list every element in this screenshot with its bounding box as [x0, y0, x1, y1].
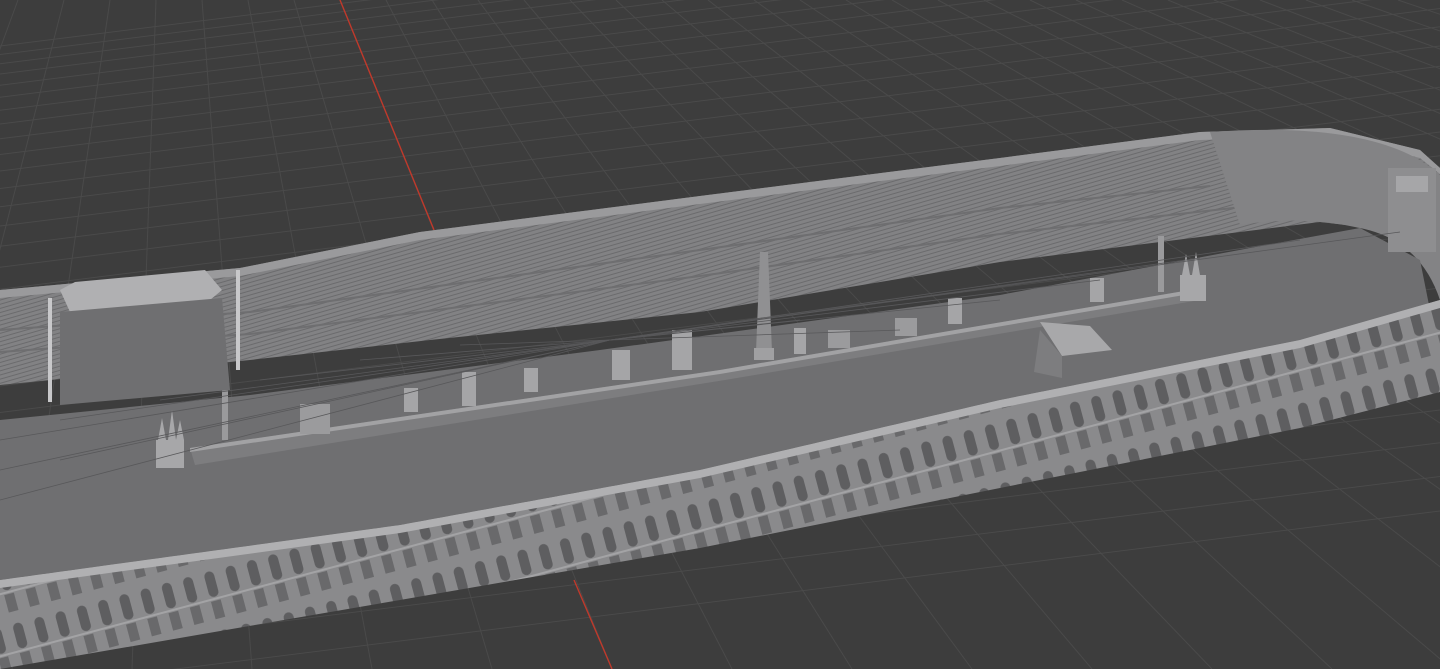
3d-viewport[interactable]	[0, 0, 1440, 669]
carceres-gate	[1388, 168, 1436, 252]
obelisk-base	[754, 348, 774, 360]
viewport-canvas[interactable]	[0, 0, 1440, 669]
pulvinar-pavilion	[48, 270, 240, 405]
